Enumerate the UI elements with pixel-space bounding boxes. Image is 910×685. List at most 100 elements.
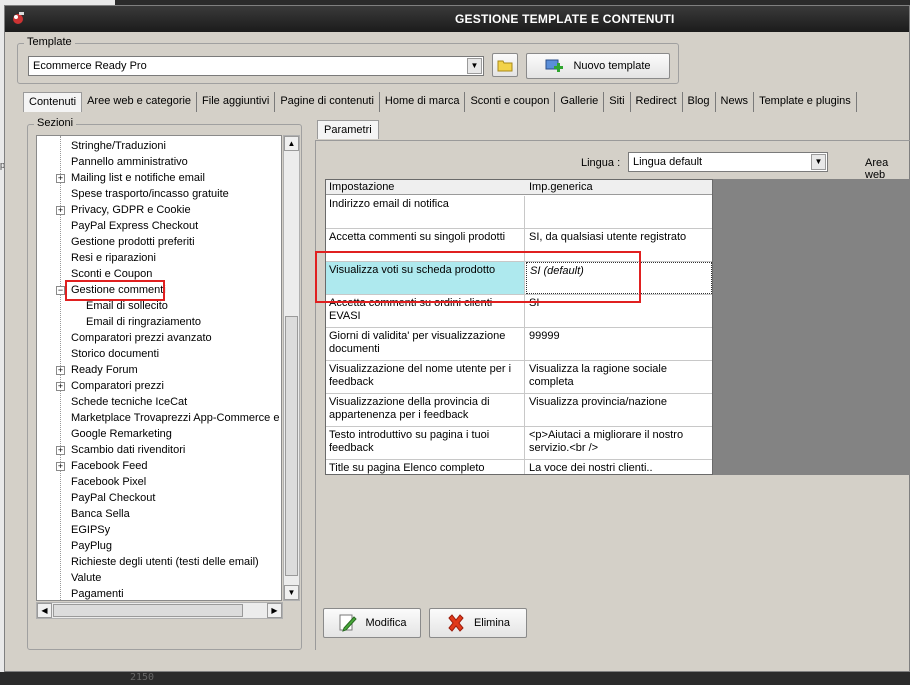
- settings-grid[interactable]: Impostazione Imp.generica Indirizzo emai…: [325, 179, 713, 475]
- tree-item[interactable]: Schede tecniche IceCat: [71, 394, 187, 410]
- table-row[interactable]: Visualizzazione del nome utente per i fe…: [326, 361, 712, 394]
- table-row[interactable]: Title su pagina Elenco completo feedback…: [326, 460, 712, 474]
- expand-icon[interactable]: +: [56, 462, 65, 471]
- tree-item[interactable]: Facebook Pixel: [71, 474, 146, 490]
- tree-item[interactable]: EGIPSy: [71, 522, 110, 538]
- tree-item[interactable]: Marketplace Trovaprezzi App-Commerce e K…: [71, 410, 281, 426]
- table-row[interactable]: Indirizzo email di notifica: [326, 196, 712, 229]
- lingua-select[interactable]: Lingua default ▼: [628, 152, 828, 172]
- elimina-label: Elimina: [473, 617, 511, 629]
- grid-header: Impostazione Imp.generica: [326, 180, 712, 195]
- column-header-imp-generica: Imp.generica: [529, 181, 593, 193]
- tree-item[interactable]: Pagamenti: [71, 586, 124, 600]
- tree-item[interactable]: Richieste degli utenti (testi delle emai…: [71, 554, 259, 570]
- tree-item[interactable]: Email di ringraziamento: [86, 314, 201, 330]
- tab-template-plugins[interactable]: Template e plugins: [754, 92, 857, 112]
- setting-value[interactable]: 99999: [526, 328, 712, 360]
- tree-item[interactable]: Pannello amministrativo: [71, 154, 188, 170]
- modifica-button[interactable]: Modifica: [323, 608, 421, 638]
- template-select[interactable]: Ecommerce Ready Pro ▼: [28, 56, 484, 76]
- tab-file-aggiuntivi[interactable]: File aggiuntivi: [197, 92, 276, 112]
- area-web-label: Area web: [865, 157, 889, 181]
- scroll-right-icon[interactable]: ▶: [267, 603, 282, 618]
- tab-pagine-contenuti[interactable]: Pagine di contenuti: [275, 92, 380, 112]
- setting-value[interactable]: Visualizza la ragione sociale completa: [526, 361, 712, 393]
- setting-value[interactable]: La voce dei nostri clienti..: [526, 460, 712, 474]
- setting-name: Visualizzazione della provincia di appar…: [326, 394, 525, 426]
- delete-icon: [448, 614, 464, 632]
- tab-blog[interactable]: Blog: [683, 92, 716, 112]
- expand-icon[interactable]: +: [56, 206, 65, 215]
- tree-item[interactable]: Resi e riparazioni: [71, 250, 156, 266]
- title-bar: GESTIONE TEMPLATE E CONTENUTI: [5, 6, 909, 32]
- tree-horizontal-scrollbar[interactable]: ◀ ▶: [36, 602, 283, 619]
- elimina-button[interactable]: Elimina: [429, 608, 527, 638]
- tree-item[interactable]: Mailing list e notifiche email: [71, 170, 205, 186]
- column-header-impostazione: Impostazione: [329, 181, 395, 193]
- tab-contenuti[interactable]: Contenuti: [23, 92, 83, 112]
- highlight-box: [315, 251, 641, 303]
- scroll-up-icon[interactable]: ▲: [284, 136, 299, 151]
- chevron-down-icon[interactable]: ▼: [811, 154, 826, 170]
- main-window: GESTIONE TEMPLATE E CONTENUTI Template E…: [4, 5, 910, 672]
- scroll-down-icon[interactable]: ▼: [284, 585, 299, 600]
- tree-item[interactable]: Privacy, GDPR e Cookie: [71, 202, 191, 218]
- tree-item[interactable]: PayPlug: [71, 538, 112, 554]
- tree-item[interactable]: Valute: [71, 570, 101, 586]
- tab-redirect[interactable]: Redirect: [631, 92, 683, 112]
- parameters-panel: Parametri Lingua : Lingua default ▼ Area…: [315, 120, 910, 650]
- lingua-label: Lingua :: [581, 157, 621, 169]
- tree-item[interactable]: Comparatori prezzi: [71, 378, 164, 394]
- tree-item[interactable]: Gestione prodotti preferiti: [71, 234, 195, 250]
- new-template-button[interactable]: Nuovo template: [526, 53, 670, 79]
- edit-icon: [339, 614, 357, 632]
- tree-item[interactable]: Comparatori prezzi avanzato: [71, 330, 212, 346]
- highlight-box: [65, 280, 165, 301]
- setting-name: Visualizzazione del nome utente per i fe…: [326, 361, 525, 393]
- background-strip: 2150: [0, 672, 910, 685]
- open-folder-button[interactable]: [492, 53, 518, 77]
- tree-item[interactable]: PayPal Express Checkout: [71, 218, 198, 234]
- tree-item[interactable]: Google Remarketing: [71, 426, 172, 442]
- tab-gallerie[interactable]: Gallerie: [555, 92, 605, 112]
- expand-icon[interactable]: +: [56, 382, 65, 391]
- sections-tree[interactable]: Stringhe/Traduzioni Pannello amministrat…: [36, 135, 282, 601]
- template-group-label: Template: [24, 36, 75, 48]
- scroll-thumb[interactable]: [285, 316, 298, 576]
- tree-item[interactable]: Stringhe/Traduzioni: [71, 138, 166, 154]
- expand-icon[interactable]: +: [56, 174, 65, 183]
- tree-item[interactable]: Ready Forum: [71, 362, 138, 378]
- main-tabs: Contenuti Aree web e categorie File aggi…: [23, 92, 857, 113]
- tab-aree-web[interactable]: Aree web e categorie: [82, 92, 198, 112]
- collapse-icon[interactable]: −: [56, 286, 65, 295]
- tree-vertical-scrollbar[interactable]: ▲ ▼: [283, 135, 300, 601]
- tree-item[interactable]: Storico documenti: [71, 346, 159, 362]
- tab-parametri[interactable]: Parametri: [317, 120, 379, 139]
- tree-item[interactable]: Spese trasporto/incasso gratuite: [71, 186, 229, 202]
- scroll-left-icon[interactable]: ◀: [37, 603, 52, 618]
- tab-sconti-coupon[interactable]: Sconti e coupon: [465, 92, 556, 112]
- setting-value[interactable]: Visualizza provincia/nazione: [526, 394, 712, 426]
- new-template-label: Nuovo template: [573, 60, 651, 72]
- tab-siti[interactable]: Siti: [604, 92, 631, 112]
- scroll-thumb[interactable]: [53, 604, 243, 617]
- folder-icon: [497, 60, 513, 72]
- tab-news[interactable]: News: [716, 92, 755, 112]
- setting-value[interactable]: <p>Aiutaci a migliorare il nostro serviz…: [526, 427, 712, 459]
- modifica-label: Modifica: [365, 617, 407, 629]
- setting-name: Testo introduttivo su pagina i tuoi feed…: [326, 427, 525, 459]
- tree-item[interactable]: Banca Sella: [71, 506, 130, 522]
- setting-name: Giorni di validita' per visualizzazione …: [326, 328, 525, 360]
- expand-icon[interactable]: +: [56, 446, 65, 455]
- tab-home-marca[interactable]: Home di marca: [380, 92, 466, 112]
- setting-name: Indirizzo email di notifica: [326, 196, 525, 228]
- table-row[interactable]: Testo introduttivo su pagina i tuoi feed…: [326, 427, 712, 460]
- chevron-down-icon[interactable]: ▼: [467, 58, 482, 74]
- expand-icon[interactable]: +: [56, 366, 65, 375]
- table-row[interactable]: Giorni di validita' per visualizzazione …: [326, 328, 712, 361]
- setting-value[interactable]: [526, 196, 712, 228]
- tree-item[interactable]: Facebook Feed: [71, 458, 147, 474]
- tree-item[interactable]: Scambio dati rivenditori: [71, 442, 185, 458]
- tree-item[interactable]: PayPal Checkout: [71, 490, 155, 506]
- table-row[interactable]: Visualizzazione della provincia di appar…: [326, 394, 712, 427]
